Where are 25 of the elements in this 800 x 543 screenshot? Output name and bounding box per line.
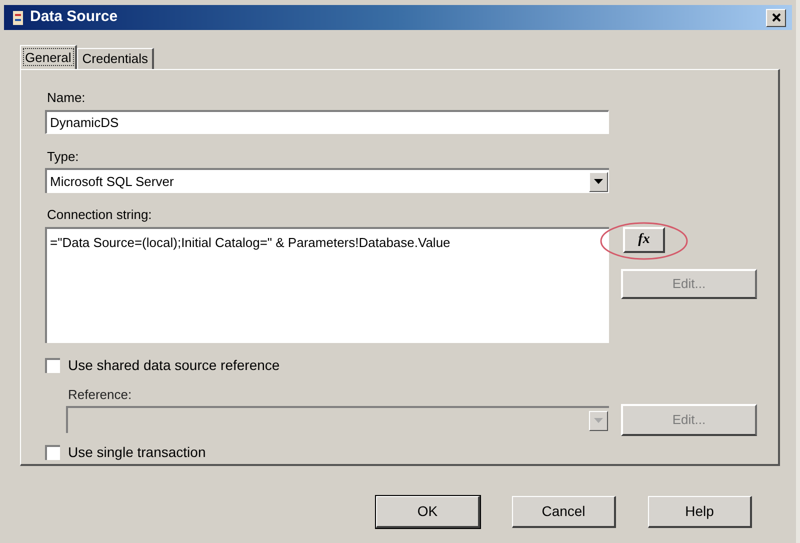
expression-button[interactable]: fx: [623, 226, 665, 252]
dropdown-button[interactable]: [589, 172, 608, 192]
checkbox[interactable]: [45, 358, 60, 372]
field-label: Reference:: [68, 386, 133, 404]
checkbox-label: Use shared data source reference: [68, 356, 280, 374]
checkbox[interactable]: [45, 445, 60, 460]
type-dropdown[interactable]: Microsoft SQL Server: [45, 168, 609, 193]
app-icon: [10, 10, 26, 26]
caret-icon: [594, 418, 603, 423]
checkbox-label: Use single transaction: [68, 443, 206, 462]
connection-string-field[interactable]: ="Data Source=(local);Initial Catalog=" & Parameters!Database.Value: [45, 226, 609, 342]
window-title: Data Source: [30, 7, 119, 28]
tab[interactable]: Credentials: [77, 48, 154, 69]
field-label: Name:: [47, 89, 86, 107]
name-field[interactable]: DynamicDS: [45, 110, 609, 134]
field-label: Connection string:: [47, 206, 153, 224]
dialog-button[interactable]: Cancel: [512, 496, 616, 528]
field-label: Type:: [47, 148, 80, 166]
dropdown-value: Microsoft SQL Server: [50, 172, 174, 191]
close-button[interactable]: [766, 8, 786, 26]
tab[interactable]: General: [20, 45, 78, 69]
caret-icon: [594, 179, 603, 184]
close-icon: [772, 13, 780, 22]
dialog-button[interactable]: OK: [376, 496, 480, 528]
dialog-button[interactable]: Help: [648, 496, 752, 528]
